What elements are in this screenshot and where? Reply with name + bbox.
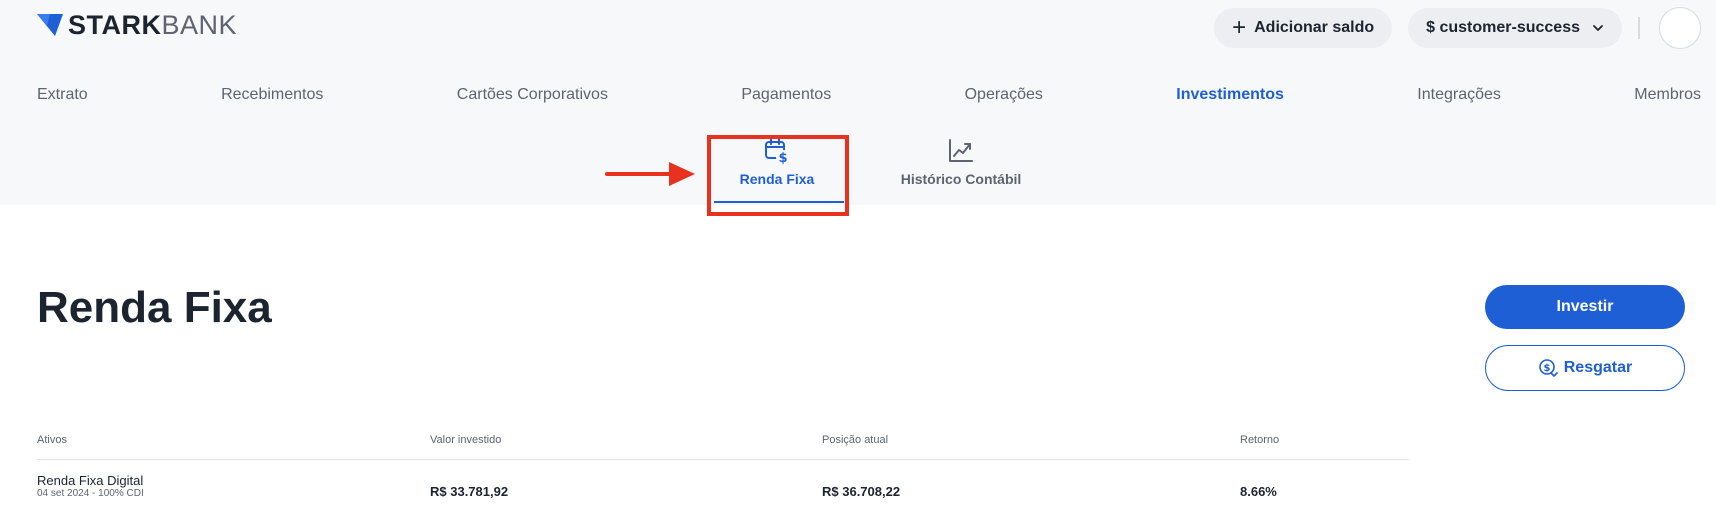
nav-item-cartoes-corporativos[interactable]: Cartões Corporativos — [457, 86, 608, 108]
column-header-ativos: Ativos — [37, 434, 67, 446]
add-balance-button[interactable]: + Adicionar saldo — [1214, 8, 1393, 48]
logo-text-stark: STARK — [68, 9, 162, 40]
top-header: STARK BANK + Adicionar saldo $ customer-… — [0, 0, 1716, 205]
chevron-down-icon — [1593, 25, 1603, 31]
nav-item-extrato[interactable]: Extrato — [37, 86, 88, 108]
svg-text:$: $ — [1543, 363, 1550, 374]
logo-text-bank: BANK — [161, 9, 238, 40]
nav-item-membros[interactable]: Membros — [1634, 86, 1701, 108]
plus-icon: + — [1232, 14, 1247, 41]
annotation-highlight-box — [707, 135, 849, 216]
header-divider — [1638, 17, 1640, 39]
tab-historico-contabil[interactable]: Histórico Contábil — [898, 137, 1024, 187]
nav-item-investimentos[interactable]: Investimentos — [1176, 86, 1284, 108]
annotation-arrow-icon — [605, 162, 695, 186]
nav-item-pagamentos[interactable]: Pagamentos — [741, 86, 831, 108]
chart-line-icon — [949, 139, 973, 162]
user-avatar[interactable] — [1659, 7, 1701, 49]
asset-name: Renda Fixa Digital — [37, 473, 144, 488]
tab-historico-contabil-label: Histórico Contábil — [900, 171, 1022, 187]
investments-table: Ativos Valor investido Posição atual Ret… — [37, 430, 1409, 515]
nav-item-recebimentos[interactable]: Recebimentos — [221, 86, 323, 108]
main-nav: Extrato Recebimentos Cartões Corporativo… — [37, 86, 1701, 108]
starkbank-logo-icon — [37, 14, 63, 36]
table-header: Ativos Valor investido Posição atual Ret… — [37, 430, 1409, 460]
top-actions: + Adicionar saldo $ customer-success — [1214, 7, 1701, 49]
add-balance-label: Adicionar saldo — [1254, 19, 1375, 36]
page-title: Renda Fixa — [37, 283, 272, 332]
asset-subtitle: 04 set 2024 - 100% CDI — [37, 488, 144, 499]
invested-value: R$ 33.781,92 — [430, 484, 509, 499]
return-value: 8.66% — [1240, 484, 1277, 499]
column-header-valor-investido: Valor investido — [430, 434, 502, 446]
coin-redeem-icon: $ — [1538, 359, 1558, 377]
table-row[interactable]: Renda Fixa Digital 04 set 2024 - 100% CD… — [37, 460, 1409, 515]
column-header-retorno: Retorno — [1240, 434, 1280, 446]
redeem-button-label: Resgatar — [1563, 359, 1633, 376]
column-header-posicao-atual: Posição atual — [822, 434, 889, 446]
current-position-value: R$ 36.708,22 — [822, 484, 901, 499]
nav-item-integracoes[interactable]: Integrações — [1417, 86, 1501, 108]
invest-button[interactable]: Investir — [1485, 285, 1685, 329]
workspace-label: $ customer-success — [1426, 19, 1580, 36]
redeem-button[interactable]: $ Resgatar — [1485, 345, 1685, 391]
nav-item-operacoes[interactable]: Operações — [965, 86, 1043, 108]
starkbank-logo[interactable]: STARK BANK — [37, 10, 237, 40]
workspace-selector[interactable]: $ customer-success — [1408, 8, 1622, 48]
